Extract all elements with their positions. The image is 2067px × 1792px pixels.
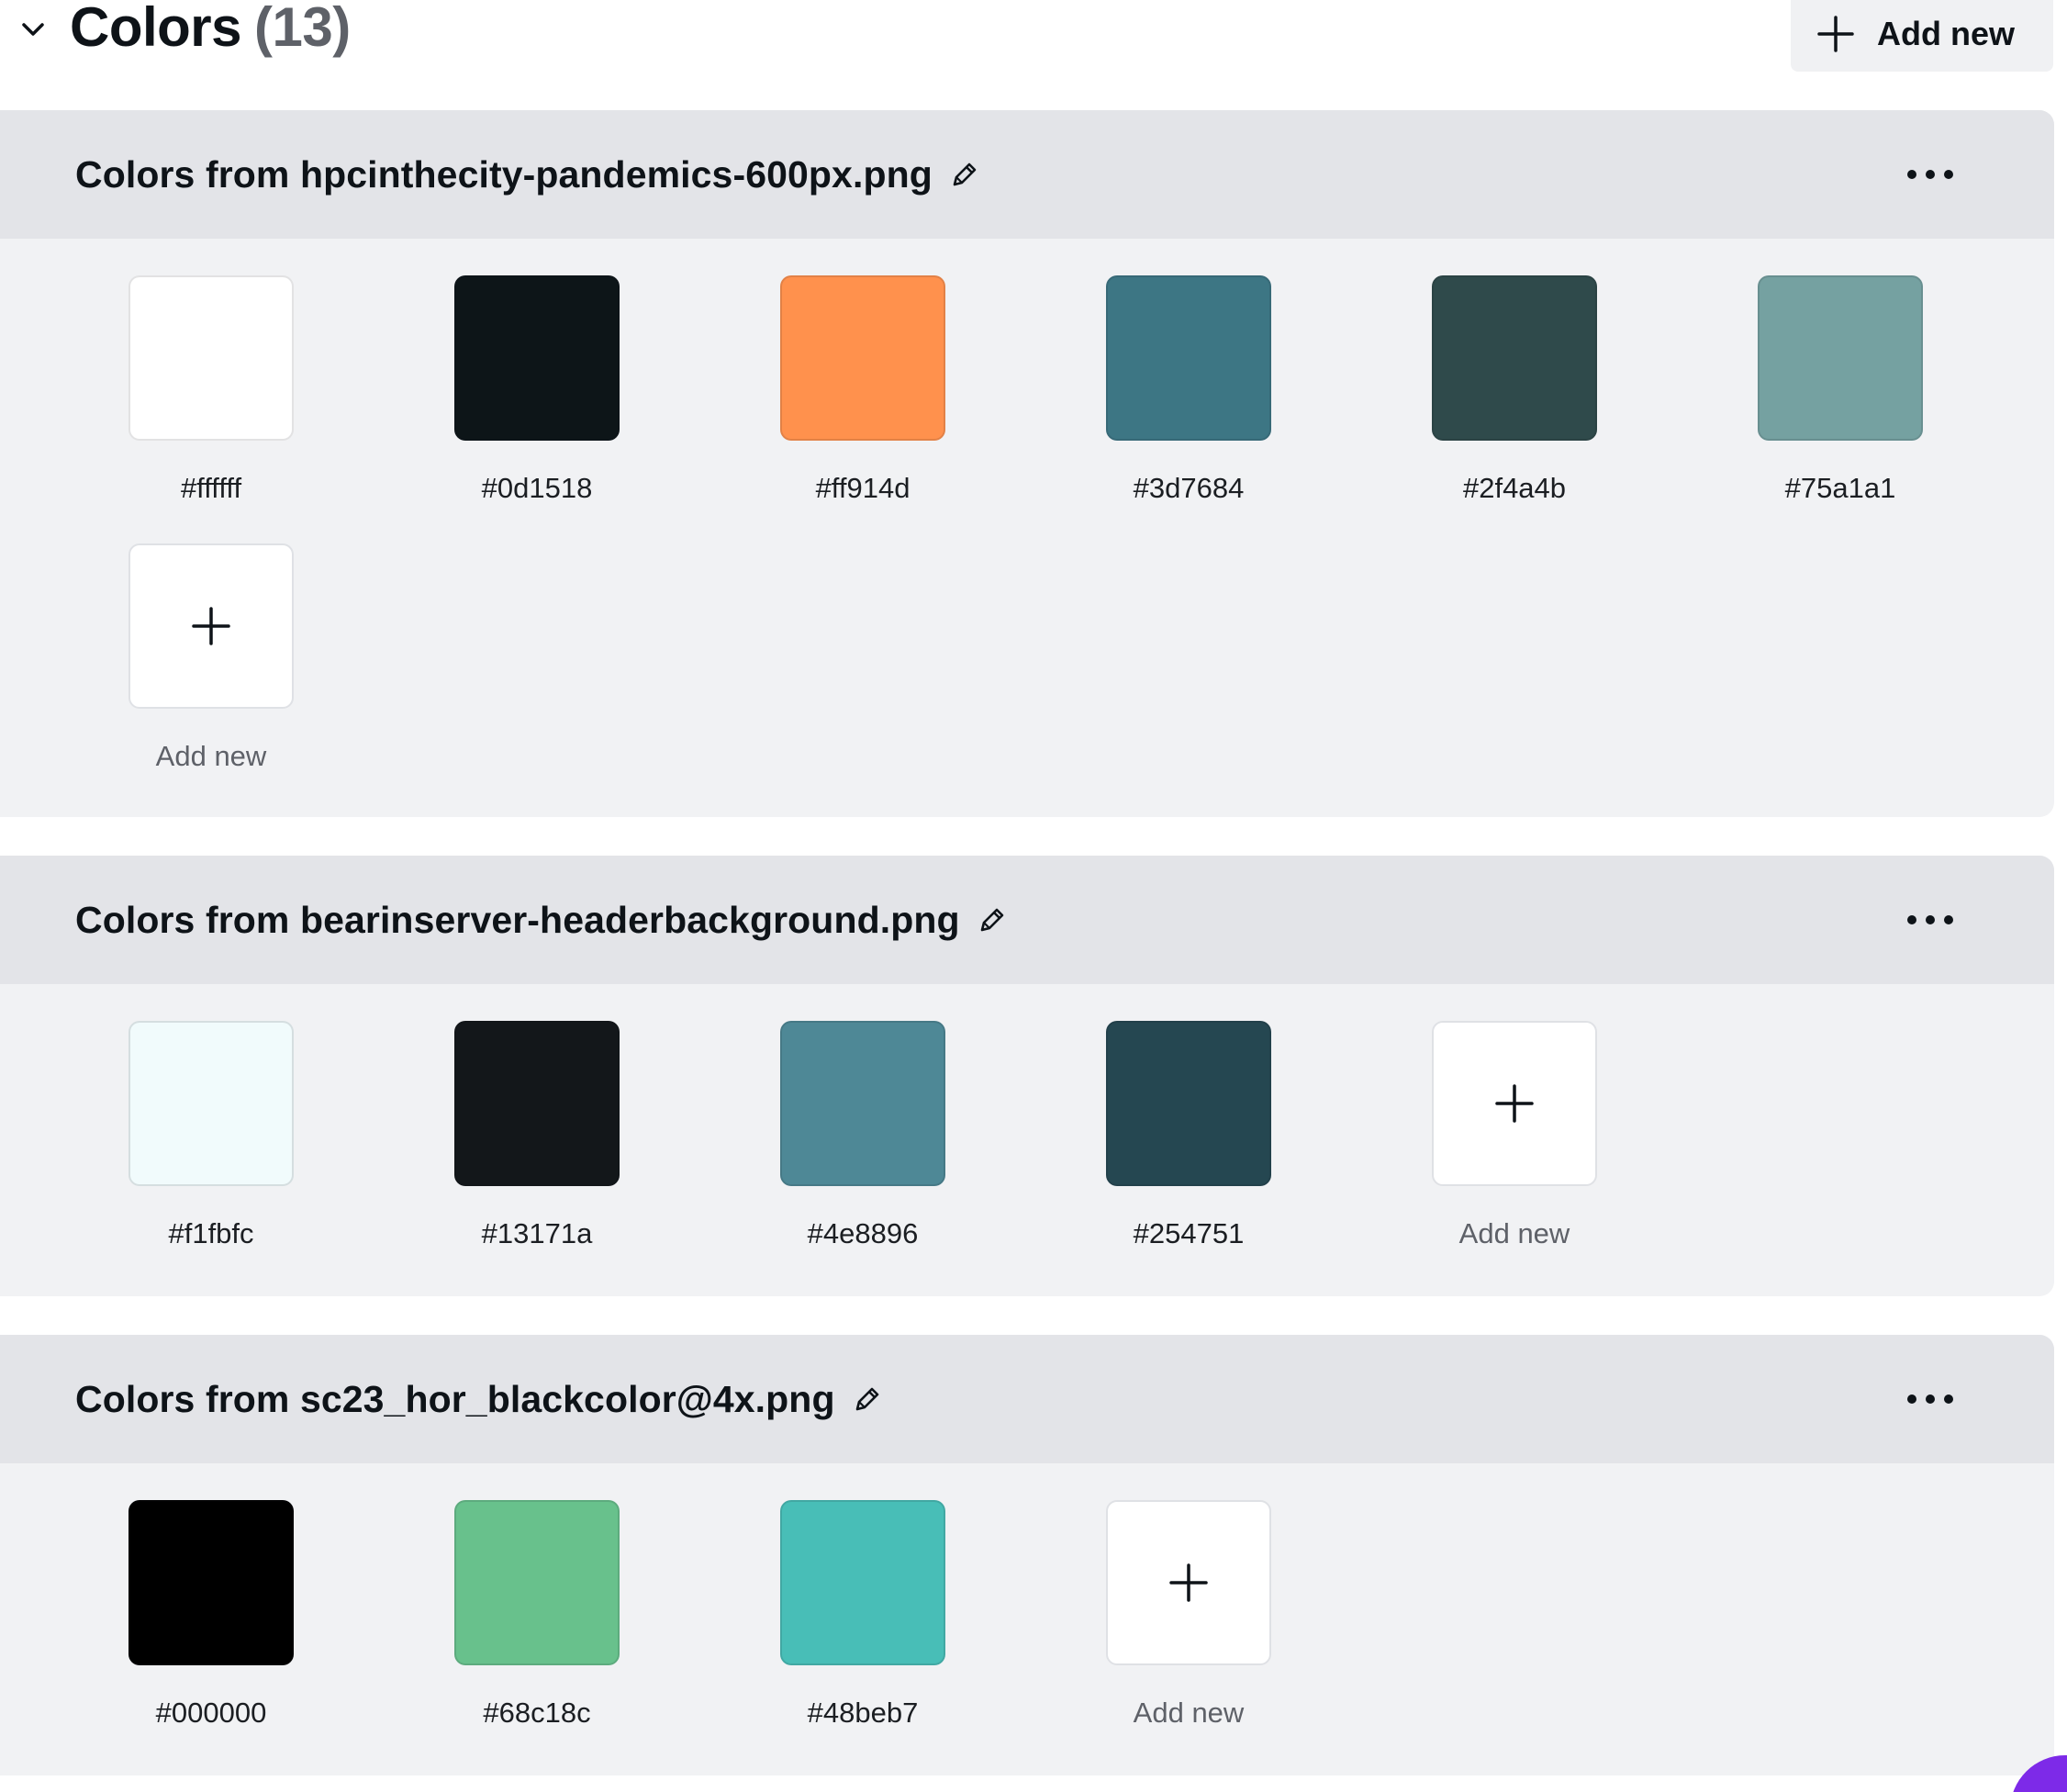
color-swatch[interactable] — [1758, 275, 1923, 441]
add-color-item: Add new — [1106, 1500, 1271, 1729]
color-hex-label: #000000 — [155, 1697, 267, 1729]
rename-palette-button[interactable] — [945, 155, 984, 194]
color-hex-label: #2f4a4b — [1462, 472, 1567, 504]
color-hex-label: #0d1518 — [481, 472, 593, 504]
chevron-down-icon — [22, 23, 44, 36]
color-hex-label: #254751 — [1133, 1217, 1245, 1249]
color-swatch[interactable] — [1106, 1021, 1271, 1186]
palette-more-options-button[interactable] — [1898, 152, 1962, 196]
color-swatch[interactable] — [454, 275, 620, 441]
palette-more-options-button[interactable] — [1898, 1377, 1962, 1421]
color-swatch-item: #ff914d — [780, 275, 945, 504]
color-swatch-item: #3d7684 — [1106, 275, 1271, 504]
add-color-button[interactable] — [128, 543, 294, 709]
add-color-label: Add new — [1458, 1217, 1570, 1249]
add-color-button[interactable] — [1432, 1021, 1597, 1186]
color-swatch-item: #75a1a1 — [1758, 275, 1923, 504]
plus-icon — [1495, 1084, 1534, 1123]
more-horizontal-icon — [1907, 170, 1953, 179]
add-new-palette-button[interactable]: Add new — [1791, 0, 2053, 72]
more-horizontal-icon — [1907, 915, 1953, 924]
color-hex-label: #f1fbfc — [168, 1217, 254, 1249]
color-hex-label: #68c18c — [483, 1697, 591, 1729]
color-swatch[interactable] — [128, 1021, 294, 1186]
color-swatch[interactable] — [128, 1500, 294, 1665]
palette-header: Colors from bearinserver-headerbackgroun… — [0, 856, 2054, 984]
palette-header: Colors from sc23_hor_blackcolor@4x.png — [0, 1335, 2054, 1463]
palette-title[interactable]: Colors from sc23_hor_blackcolor@4x.png — [75, 1378, 835, 1421]
color-swatch-item: #4e8896 — [780, 1021, 945, 1249]
plus-icon — [192, 607, 230, 645]
color-swatch-item: #13171a — [454, 1021, 620, 1249]
color-hex-label: #13171a — [481, 1217, 593, 1249]
color-swatch-item: #68c18c — [454, 1500, 620, 1729]
colors-section-header: Colors (13) Add new — [0, 0, 2067, 73]
color-swatch-item: #f1fbfc — [128, 1021, 294, 1249]
color-hex-label: #75a1a1 — [1784, 472, 1896, 504]
plus-icon — [1817, 16, 1854, 52]
pencil-icon — [980, 908, 1003, 932]
section-title-text: Colors — [70, 0, 242, 58]
color-hex-label: #ff914d — [815, 472, 911, 504]
add-color-item: Add new — [128, 543, 294, 772]
brand-colors-panel: Colors (13) Add new Colors from hpcinthec… — [0, 0, 2067, 1792]
color-swatch[interactable] — [1432, 275, 1597, 441]
palette-title[interactable]: Colors from bearinserver-headerbackgroun… — [75, 899, 960, 942]
pencil-icon — [855, 1387, 878, 1411]
more-horizontal-icon — [1907, 1394, 1953, 1404]
color-swatch[interactable] — [780, 1500, 945, 1665]
add-new-palette-label: Add new — [1877, 15, 2015, 52]
palette-title-wrap: Colors from bearinserver-headerbackgroun… — [75, 856, 1011, 984]
add-color-label: Add new — [1133, 1697, 1245, 1729]
add-color-item: Add new — [1432, 1021, 1597, 1249]
color-swatch[interactable] — [780, 275, 945, 441]
palette-title-wrap: Colors from sc23_hor_blackcolor@4x.png — [75, 1335, 887, 1463]
add-color-button[interactable] — [1106, 1500, 1271, 1665]
palette-title[interactable]: Colors from hpcinthecity-pandemics-600px… — [75, 153, 933, 196]
plus-icon — [1169, 1563, 1208, 1602]
rename-palette-button[interactable] — [848, 1380, 887, 1418]
color-swatch-item: #ffffff — [128, 275, 294, 504]
add-color-label: Add new — [155, 740, 267, 772]
palette-card: Colors from sc23_hor_blackcolor@4x.png #0… — [0, 1335, 2054, 1775]
color-hex-label: #3d7684 — [1133, 472, 1245, 504]
color-swatch-item: #254751 — [1106, 1021, 1271, 1249]
color-hex-label: #ffffff — [180, 472, 242, 504]
color-swatch[interactable] — [128, 275, 294, 441]
rename-palette-button[interactable] — [973, 901, 1011, 939]
section-title: Colors (13) — [70, 0, 351, 62]
color-swatch-item: #0d1518 — [454, 275, 620, 504]
color-swatch-item: #000000 — [128, 1500, 294, 1729]
palette-card: Colors from hpcinthecity-pandemics-600px… — [0, 110, 2054, 817]
color-swatch-item: #48beb7 — [780, 1500, 945, 1729]
section-count: (13) — [254, 0, 351, 58]
color-swatch-item: #2f4a4b — [1432, 275, 1597, 504]
palette-header: Colors from hpcinthecity-pandemics-600px… — [0, 110, 2054, 239]
color-swatch[interactable] — [1106, 275, 1271, 441]
palette-more-options-button[interactable] — [1898, 898, 1962, 942]
color-hex-label: #4e8896 — [807, 1217, 919, 1249]
palette-title-wrap: Colors from hpcinthecity-pandemics-600px… — [75, 110, 984, 239]
color-swatch[interactable] — [454, 1500, 620, 1665]
palette-card: Colors from bearinserver-headerbackgroun… — [0, 856, 2054, 1296]
collapse-toggle-button[interactable] — [13, 11, 53, 48]
pencil-icon — [953, 162, 977, 186]
color-hex-label: #48beb7 — [807, 1697, 919, 1729]
color-swatch[interactable] — [780, 1021, 945, 1186]
color-swatch[interactable] — [454, 1021, 620, 1186]
